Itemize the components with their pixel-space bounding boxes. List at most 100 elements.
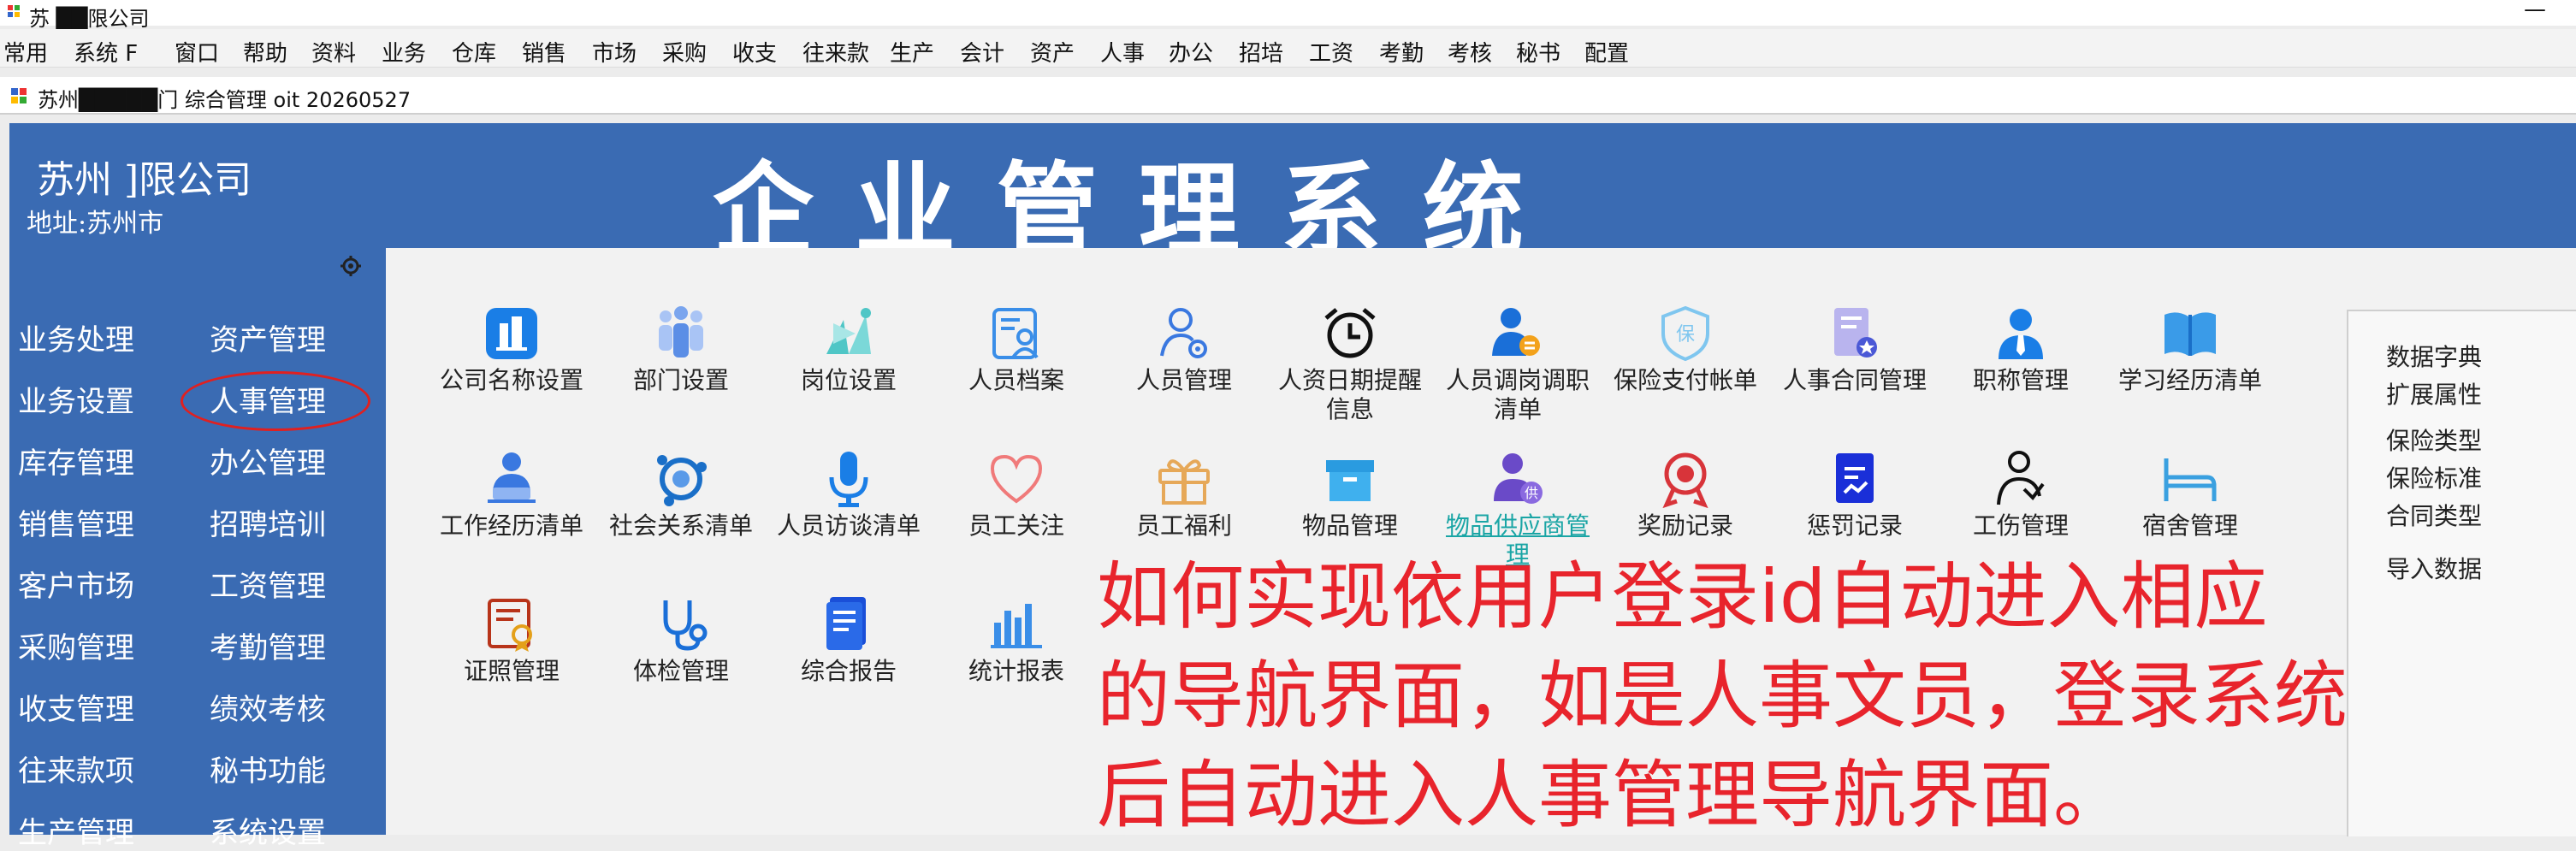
menu-item[interactable]: 业务	[382, 36, 426, 68]
annotation-line: 的导航界面，如是人事文员，登录系统	[1097, 653, 2348, 739]
menu-item[interactable]: 销售	[522, 36, 566, 68]
function-tile[interactable]: 人员访谈清单	[765, 448, 933, 539]
menu-item[interactable]: 收支	[732, 36, 777, 68]
sidebar-item[interactable]: 资产管理	[210, 316, 326, 358]
menu-item[interactable]: 考勤	[1379, 36, 1424, 68]
sidebar-item[interactable]: 绩效考核	[210, 686, 326, 728]
question-annotation: 如何实现依用户登录id自动进入相应 的导航界面，如是人事文员，登录系统 后自动进…	[1097, 547, 2348, 845]
sidebar-item[interactable]: 生产管理	[18, 809, 134, 851]
tile-label: 清单	[1493, 395, 1542, 423]
function-tile[interactable]: 奖励记录	[1602, 448, 1769, 539]
menu-item[interactable]: 秘书	[1516, 36, 1560, 68]
shield-bao-icon: 保	[1661, 305, 1709, 362]
right-panel-link[interactable]: 保险类型	[2386, 423, 2482, 457]
function-tile[interactable]: 综合报告	[765, 594, 933, 684]
app-logo-icon	[8, 5, 20, 17]
supplier-icon: 供	[1494, 453, 1543, 504]
right-panel-link[interactable]: 合同类型	[2386, 498, 2482, 532]
function-tile[interactable]: 部门设置	[597, 303, 765, 393]
sidebar-item[interactable]: 业务处理	[18, 316, 134, 358]
right-panel-link[interactable]: 导入数据	[2386, 551, 2482, 585]
function-tile[interactable]: 宿舍管理	[2106, 448, 2274, 539]
menu-item[interactable]: 考核	[1448, 36, 1492, 68]
menu-item[interactable]: 人事	[1100, 36, 1145, 68]
company-name: 苏州 ]限公司	[37, 158, 252, 202]
menu-item[interactable]: 采购	[662, 36, 707, 68]
sidebar-item[interactable]: 业务设置	[18, 378, 134, 420]
tile-label: 员工关注	[968, 511, 1064, 540]
function-tile[interactable]: 岗位设置	[765, 303, 933, 393]
sidebar-item[interactable]: 考勤管理	[210, 624, 326, 666]
tile-label: 物品供应商管	[1445, 511, 1590, 540]
menu-item[interactable]: 招培	[1239, 36, 1283, 68]
minimize-button[interactable]: —	[2524, 0, 2546, 22]
contract-icon	[1834, 308, 1877, 358]
sidebar-item[interactable]: 采购管理	[18, 624, 134, 666]
tile-label: 公司名称设置	[439, 366, 583, 394]
function-tile[interactable]: 工作经历清单	[428, 448, 595, 539]
profile-card-icon	[992, 308, 1039, 359]
menu-item[interactable]: 市场	[592, 36, 637, 68]
sidebar-item[interactable]: 人事管理	[210, 378, 326, 420]
window-title: 苏 ██限公司	[29, 7, 150, 31]
function-tile[interactable]: 体检管理	[597, 594, 765, 684]
function-tile[interactable]: 惩罚记录	[1771, 448, 1939, 539]
sidebar-item[interactable]: 客户市场	[18, 563, 134, 605]
menu-item[interactable]: 窗口	[175, 36, 219, 68]
function-tile[interactable]: 人事合同管理	[1771, 303, 1939, 393]
sidebar-item[interactable]: 办公管理	[210, 440, 326, 482]
alarm-clock-icon	[1324, 308, 1376, 358]
sidebar-item[interactable]: 招聘培训	[210, 501, 326, 543]
function-tile[interactable]: 工伤管理	[1937, 448, 2105, 539]
function-tile[interactable]: 职称管理	[1937, 303, 2105, 393]
penalty-doc-icon	[1836, 453, 1874, 503]
menu-item[interactable]: 常用	[3, 36, 48, 68]
function-tile[interactable]: 员工关注	[933, 448, 1100, 539]
tile-label: 工作经历清单	[439, 511, 583, 540]
sidebar-item[interactable]: 销售管理	[18, 501, 134, 543]
menu-item[interactable]: 会计	[960, 36, 1004, 68]
function-tile[interactable]: 人员档案	[933, 303, 1100, 393]
menu-item[interactable]: 系统 F	[74, 36, 138, 68]
function-tile[interactable]: 公司名称设置	[428, 303, 595, 393]
tile-label: 人员访谈清单	[776, 511, 921, 540]
function-tile[interactable]: 员工福利	[1100, 448, 1268, 539]
stethoscope-icon	[663, 600, 708, 651]
tab-app-icon	[11, 88, 27, 103]
function-tile[interactable]: 物品管理	[1266, 448, 1434, 539]
network-icon	[657, 455, 707, 506]
function-tile[interactable]: 保保险支付帐单	[1602, 303, 1769, 393]
menu-bar: 常用 系统 F 窗口 帮助 资料 业务 仓库 销售 市场 采购 收支 往来款 生产 会计 资产 人事 办公 招培工…	[0, 29, 2576, 68]
menu-item[interactable]: 帮助	[243, 36, 287, 68]
sidebar-item[interactable]: 往来款项	[18, 748, 134, 789]
sidebar-item[interactable]: 工资管理	[210, 563, 326, 605]
right-panel-link[interactable]: 数据字典	[2386, 339, 2482, 373]
menu-item[interactable]: 资产	[1030, 36, 1075, 68]
function-tile[interactable]: 证照管理	[428, 594, 595, 684]
function-tile[interactable]: 统计报表	[933, 594, 1100, 684]
tile-label: 综合报告	[800, 657, 897, 685]
settings-small-icon[interactable]	[340, 255, 362, 277]
right-panel-link[interactable]: 扩展属性	[2386, 376, 2482, 411]
menu-item[interactable]: 工资	[1309, 36, 1353, 68]
function-tile[interactable]: 学习经历清单	[2106, 303, 2274, 393]
menu-item[interactable]: 生产	[890, 36, 934, 68]
user-gear-icon	[1160, 308, 1207, 358]
menu-item[interactable]: 仓库	[452, 36, 496, 68]
menu-item[interactable]: 资料	[311, 36, 356, 68]
function-tile[interactable]: 人员管理	[1100, 303, 1268, 393]
menu-item[interactable]: 配置	[1584, 36, 1629, 68]
function-tile[interactable]: 人资日期提醒 信息	[1266, 303, 1434, 423]
tile-label: 统计报表	[968, 657, 1064, 685]
sidebar-item[interactable]: 系统设置	[210, 809, 326, 851]
tile-label: 信息	[1325, 395, 1374, 423]
sidebar-item[interactable]: 收支管理	[18, 686, 134, 728]
sidebar-item[interactable]: 库存管理	[18, 440, 134, 482]
document-tab[interactable]: 苏州█████门 综合管理 oit 20260527	[0, 77, 2576, 115]
function-tile[interactable]: 人员调岗调职 清单	[1434, 303, 1602, 423]
sidebar-item[interactable]: 秘书功能	[210, 748, 326, 789]
menu-item[interactable]: 往来款	[802, 36, 869, 68]
menu-item[interactable]: 办公	[1169, 36, 1213, 68]
function-tile[interactable]: 社会关系清单	[597, 448, 765, 539]
right-panel-link[interactable]: 保险标准	[2386, 460, 2482, 494]
